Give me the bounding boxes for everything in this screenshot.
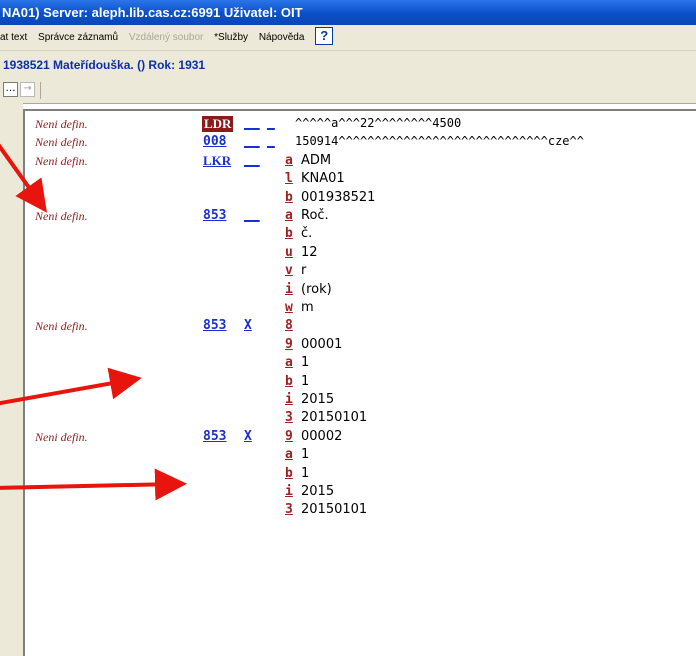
subfield-code[interactable]: i bbox=[285, 484, 293, 499]
field-value[interactable]: KNA01 bbox=[301, 171, 345, 186]
subfield-code[interactable]: a bbox=[285, 153, 293, 168]
toolbar: … → bbox=[0, 79, 696, 104]
field-value[interactable]: 00002 bbox=[301, 429, 342, 444]
field-row[interactable]: Neni defin. 853 X 9 00002 bbox=[25, 428, 696, 447]
field-row[interactable]: a1 bbox=[25, 446, 696, 465]
menu-item-services[interactable]: *Služby bbox=[214, 25, 248, 50]
subfield-code[interactable]: w bbox=[285, 300, 293, 315]
field-row[interactable]: 3 20150101 bbox=[25, 409, 696, 428]
field-value[interactable]: Roč. bbox=[301, 208, 329, 223]
field-row[interactable]: b č. bbox=[25, 225, 696, 244]
field-value[interactable]: 150914^^^^^^^^^^^^^^^^^^^^^^^^^^^^^cze^^ bbox=[295, 134, 584, 148]
subfield-code[interactable]: 9 bbox=[285, 429, 293, 444]
indicator-1[interactable]: __ bbox=[244, 134, 260, 149]
menu-item-record-manager[interactable]: Správce záznamů bbox=[38, 25, 118, 50]
field-value[interactable]: 00001 bbox=[301, 337, 342, 352]
field-row[interactable]: 3 20150101 bbox=[25, 501, 696, 520]
marc-editor[interactable]: Neni defin. LDR __ _ ^^^^^a^^^22^^^^^^^^4500… bbox=[23, 109, 696, 656]
field-tag[interactable]: 853 bbox=[203, 318, 226, 333]
field-row[interactable]: u 12 bbox=[25, 244, 696, 263]
subfield-code[interactable]: b bbox=[285, 226, 293, 241]
subfield-code[interactable]: b bbox=[285, 190, 293, 205]
field-row[interactable]: Neni defin. 853 X 8 bbox=[25, 317, 696, 336]
window-title: NA01) Server: aleph.lib.cas.cz:6991 Uživ… bbox=[0, 0, 696, 25]
field-row[interactable]: l KNA01 bbox=[25, 170, 696, 189]
field-label: Neni defin. bbox=[35, 135, 88, 150]
field-value[interactable]: 1 bbox=[301, 466, 309, 481]
field-tag[interactable]: 853 bbox=[203, 208, 226, 223]
subfield-code[interactable]: i bbox=[285, 282, 293, 297]
field-row[interactable]: Neni defin. LKR __ a ADM bbox=[25, 152, 696, 171]
indicator-1[interactable]: __ bbox=[244, 116, 260, 131]
field-row[interactable]: Neni defin. 008 __ _ 150914^^^^^^^^^^^^^^^^^… bbox=[25, 133, 696, 152]
subfield-code[interactable]: b bbox=[285, 374, 293, 389]
subfield-code[interactable]: u bbox=[285, 245, 293, 260]
field-label: Neni defin. bbox=[35, 153, 88, 168]
subfield-code[interactable]: a bbox=[285, 208, 293, 223]
field-value[interactable]: 1 bbox=[301, 447, 309, 462]
subfield-code[interactable]: i bbox=[285, 392, 293, 407]
indicator-1[interactable]: X bbox=[244, 318, 260, 333]
field-tag[interactable]: 008 bbox=[203, 134, 226, 149]
indicator-1[interactable]: __ bbox=[244, 153, 260, 168]
field-value[interactable]: (rok) bbox=[301, 282, 332, 297]
indicator-1[interactable]: __ bbox=[244, 208, 260, 223]
field-label: Neni defin. bbox=[35, 117, 88, 131]
field-value[interactable]: 20150101 bbox=[301, 410, 367, 425]
field-value[interactable]: 2015 bbox=[301, 484, 334, 499]
field-value[interactable]: ^^^^^a^^^22^^^^^^^^4500 bbox=[295, 116, 461, 130]
field-value[interactable]: č. bbox=[301, 226, 312, 241]
subfield-code[interactable]: 9 bbox=[285, 337, 293, 352]
toolbar-separator bbox=[40, 82, 41, 99]
field-tag[interactable]: LDR bbox=[202, 116, 234, 132]
field-value[interactable]: r bbox=[301, 263, 306, 278]
field-value[interactable]: 12 bbox=[301, 245, 318, 260]
subfield-code[interactable]: 3 bbox=[285, 502, 293, 517]
field-row[interactable]: b1 bbox=[25, 465, 696, 484]
subfield-code[interactable]: v bbox=[285, 263, 293, 278]
menu-item-text[interactable]: at text bbox=[0, 25, 27, 50]
menu-item-help[interactable]: Nápověda bbox=[259, 25, 305, 50]
field-row[interactable]: b 001938521 bbox=[25, 189, 696, 208]
left-margin bbox=[0, 103, 23, 656]
field-row[interactable]: 9 00001 bbox=[25, 336, 696, 355]
indicator-2[interactable]: _ bbox=[267, 116, 277, 131]
field-row[interactable]: b1 bbox=[25, 373, 696, 392]
record-header: 1938521 Mateřídouška. () Rok: 1931 bbox=[0, 51, 696, 79]
field-value[interactable]: 1 bbox=[301, 355, 309, 370]
field-row[interactable]: a1 bbox=[25, 354, 696, 373]
indicator-1[interactable]: X bbox=[244, 429, 260, 444]
field-value[interactable]: 2015 bbox=[301, 392, 334, 407]
subfield-code[interactable]: 8 bbox=[285, 318, 293, 333]
field-row[interactable]: i 2015 bbox=[25, 391, 696, 410]
field-value[interactable]: ADM bbox=[301, 153, 331, 168]
help-icon[interactable]: ? bbox=[315, 26, 334, 45]
field-tag[interactable]: 853 bbox=[203, 429, 226, 444]
field-row[interactable]: Neni defin. LDR __ _ ^^^^^a^^^22^^^^^^^^4500 bbox=[25, 115, 696, 134]
subfield-code[interactable]: 3 bbox=[285, 410, 293, 425]
field-row[interactable]: vr bbox=[25, 262, 696, 281]
indicator-2[interactable]: _ bbox=[267, 134, 277, 149]
subfield-code[interactable]: b bbox=[285, 466, 293, 481]
subfield-code[interactable]: a bbox=[285, 447, 293, 462]
field-label: Neni defin. bbox=[35, 319, 88, 334]
subfield-code[interactable]: a bbox=[285, 355, 293, 370]
field-row[interactable]: Neni defin. 853 __ a Roč. bbox=[25, 207, 696, 226]
field-label: Neni defin. bbox=[35, 209, 88, 223]
more-options-button[interactable]: … bbox=[3, 82, 18, 97]
field-value[interactable]: 20150101 bbox=[301, 502, 367, 517]
field-row[interactable]: i 2015 bbox=[25, 483, 696, 502]
field-value[interactable]: 001938521 bbox=[301, 190, 375, 205]
field-value[interactable]: m bbox=[301, 300, 314, 315]
field-tag[interactable]: LKR bbox=[203, 153, 231, 169]
menu-bar: at text Správce záznamů Vzdálený soubor … bbox=[0, 25, 696, 51]
next-arrow-button[interactable]: → bbox=[20, 82, 35, 97]
subfield-code[interactable]: l bbox=[285, 171, 293, 186]
field-row[interactable]: wm bbox=[25, 299, 696, 318]
menu-item-remote-file[interactable]: Vzdálený soubor bbox=[129, 25, 204, 50]
field-value[interactable]: 1 bbox=[301, 374, 309, 389]
field-label: Neni defin. bbox=[35, 429, 88, 444]
field-row[interactable]: i (rok) bbox=[25, 281, 696, 300]
